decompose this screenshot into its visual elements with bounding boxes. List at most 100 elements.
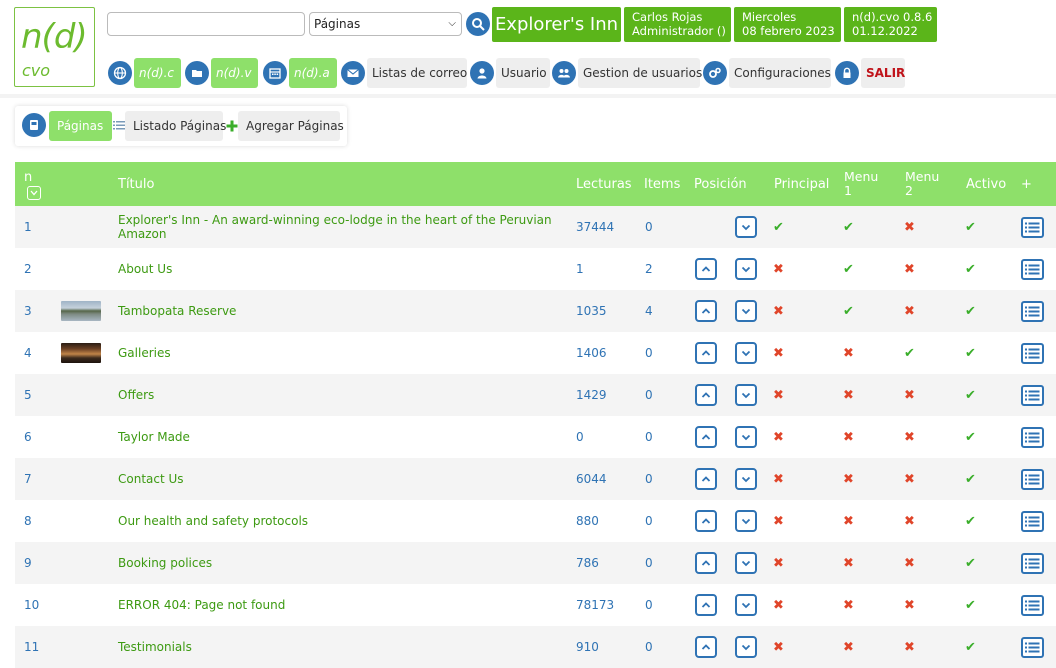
principal-toggle[interactable]: ✖ bbox=[773, 332, 784, 374]
move-up-button[interactable] bbox=[695, 636, 717, 658]
page-title[interactable]: Taylor Made bbox=[118, 416, 558, 458]
cross-icon[interactable]: ✖ bbox=[904, 598, 915, 613]
row-details-button[interactable] bbox=[1021, 426, 1044, 448]
page-title[interactable]: Offers bbox=[118, 374, 558, 416]
nav-ndc-button[interactable]: n(d).c bbox=[134, 58, 181, 88]
move-up-button[interactable] bbox=[695, 384, 717, 406]
row-details-button[interactable] bbox=[1021, 468, 1044, 490]
principal-toggle[interactable]: ✖ bbox=[773, 542, 784, 584]
page-title[interactable]: Testimonials bbox=[118, 626, 558, 668]
page-title[interactable]: Galleries bbox=[118, 332, 558, 374]
active-toggle[interactable]: ✔ bbox=[965, 248, 976, 290]
menu2-toggle[interactable]: ✖ bbox=[904, 206, 915, 248]
row-details-button[interactable] bbox=[1021, 342, 1044, 364]
menu2-toggle[interactable]: ✖ bbox=[904, 374, 915, 416]
move-down-button[interactable] bbox=[735, 342, 757, 364]
menu1-toggle[interactable]: ✖ bbox=[843, 332, 854, 374]
items-count[interactable]: 0 bbox=[645, 584, 653, 626]
nav-user-management-button[interactable]: Gestion de usuarios bbox=[578, 58, 702, 88]
check-icon[interactable]: ✔ bbox=[843, 262, 854, 277]
page-thumbnail[interactable] bbox=[61, 343, 101, 363]
cross-icon[interactable]: ✖ bbox=[843, 430, 854, 445]
cross-icon[interactable]: ✖ bbox=[773, 640, 784, 655]
check-icon[interactable]: ✔ bbox=[965, 262, 976, 277]
page-thumbnail[interactable] bbox=[61, 301, 101, 321]
app-logo[interactable]: n(d) cvo bbox=[14, 7, 95, 87]
items-count[interactable]: 0 bbox=[645, 206, 653, 248]
move-down-button[interactable] bbox=[735, 426, 757, 448]
move-up-button[interactable] bbox=[695, 342, 717, 364]
check-icon[interactable]: ✔ bbox=[843, 304, 854, 319]
logout-button[interactable]: SALIR bbox=[861, 58, 905, 88]
check-icon[interactable]: ✔ bbox=[843, 220, 854, 235]
move-up-button[interactable] bbox=[695, 594, 717, 616]
page-title[interactable]: Tambopata Reserve bbox=[118, 290, 558, 332]
tab-pages-list[interactable]: Listado Páginas bbox=[125, 111, 226, 141]
items-count[interactable]: 0 bbox=[645, 500, 653, 542]
row-details-button[interactable] bbox=[1021, 510, 1044, 532]
cross-icon[interactable]: ✖ bbox=[773, 430, 784, 445]
row-details-button[interactable] bbox=[1021, 216, 1044, 238]
row-number[interactable]: 3 bbox=[24, 290, 32, 332]
row-number[interactable]: 8 bbox=[24, 500, 32, 542]
user-icon[interactable] bbox=[470, 61, 494, 85]
calendar-icon[interactable] bbox=[263, 61, 287, 85]
active-toggle[interactable]: ✔ bbox=[965, 290, 976, 332]
cross-icon[interactable]: ✖ bbox=[843, 346, 854, 361]
items-count[interactable]: 0 bbox=[645, 332, 653, 374]
user-info[interactable]: Carlos Rojas Administrador () bbox=[624, 7, 731, 42]
cross-icon[interactable]: ✖ bbox=[843, 514, 854, 529]
cross-icon[interactable]: ✖ bbox=[904, 472, 915, 487]
move-down-button[interactable] bbox=[735, 552, 757, 574]
row-number[interactable]: 6 bbox=[24, 416, 32, 458]
check-icon[interactable]: ✔ bbox=[965, 598, 976, 613]
row-number[interactable]: 9 bbox=[24, 542, 32, 584]
move-up-button[interactable] bbox=[695, 468, 717, 490]
cross-icon[interactable]: ✖ bbox=[904, 640, 915, 655]
move-up-button[interactable] bbox=[695, 510, 717, 532]
items-count[interactable]: 4 bbox=[645, 290, 653, 332]
users-icon[interactable] bbox=[552, 61, 576, 85]
move-down-button[interactable] bbox=[735, 510, 757, 532]
move-down-button[interactable] bbox=[735, 258, 757, 280]
lock-icon[interactable] bbox=[835, 61, 859, 85]
nav-user-button[interactable]: Usuario bbox=[496, 58, 550, 88]
tab-pages[interactable]: Páginas bbox=[49, 111, 112, 141]
active-toggle[interactable]: ✔ bbox=[965, 458, 976, 500]
nav-mail-lists-button[interactable]: Listas de correo bbox=[367, 58, 467, 88]
check-icon[interactable]: ✔ bbox=[965, 556, 976, 571]
principal-toggle[interactable]: ✖ bbox=[773, 584, 784, 626]
items-count[interactable]: 2 bbox=[645, 248, 653, 290]
menu2-toggle[interactable]: ✖ bbox=[904, 500, 915, 542]
menu1-toggle[interactable]: ✔ bbox=[843, 206, 854, 248]
items-count[interactable]: 0 bbox=[645, 458, 653, 500]
row-number[interactable]: 10 bbox=[24, 584, 39, 626]
move-up-button[interactable] bbox=[695, 552, 717, 574]
cross-icon[interactable]: ✖ bbox=[773, 304, 784, 319]
move-up-button[interactable] bbox=[695, 258, 717, 280]
cross-icon[interactable]: ✖ bbox=[773, 514, 784, 529]
menu2-toggle[interactable]: ✖ bbox=[904, 416, 915, 458]
check-icon[interactable]: ✔ bbox=[965, 472, 976, 487]
sort-button[interactable] bbox=[27, 186, 41, 200]
pages-icon[interactable] bbox=[22, 113, 46, 137]
cross-icon[interactable]: ✖ bbox=[904, 388, 915, 403]
menu1-toggle[interactable]: ✖ bbox=[843, 458, 854, 500]
move-down-button[interactable] bbox=[735, 636, 757, 658]
cross-icon[interactable]: ✖ bbox=[843, 472, 854, 487]
move-up-button[interactable] bbox=[695, 426, 717, 448]
move-down-button[interactable] bbox=[735, 300, 757, 322]
move-down-button[interactable] bbox=[735, 384, 757, 406]
menu2-toggle[interactable]: ✖ bbox=[904, 584, 915, 626]
cross-icon[interactable]: ✖ bbox=[773, 346, 784, 361]
row-number[interactable]: 1 bbox=[24, 206, 32, 248]
search-input[interactable] bbox=[107, 12, 305, 36]
globe-icon[interactable] bbox=[108, 61, 132, 85]
cross-icon[interactable]: ✖ bbox=[843, 388, 854, 403]
row-number[interactable]: 5 bbox=[24, 374, 32, 416]
menu1-toggle[interactable]: ✖ bbox=[843, 542, 854, 584]
principal-toggle[interactable]: ✖ bbox=[773, 248, 784, 290]
page-title[interactable]: Contact Us bbox=[118, 458, 558, 500]
principal-toggle[interactable]: ✔ bbox=[773, 206, 784, 248]
cross-icon[interactable]: ✖ bbox=[773, 598, 784, 613]
